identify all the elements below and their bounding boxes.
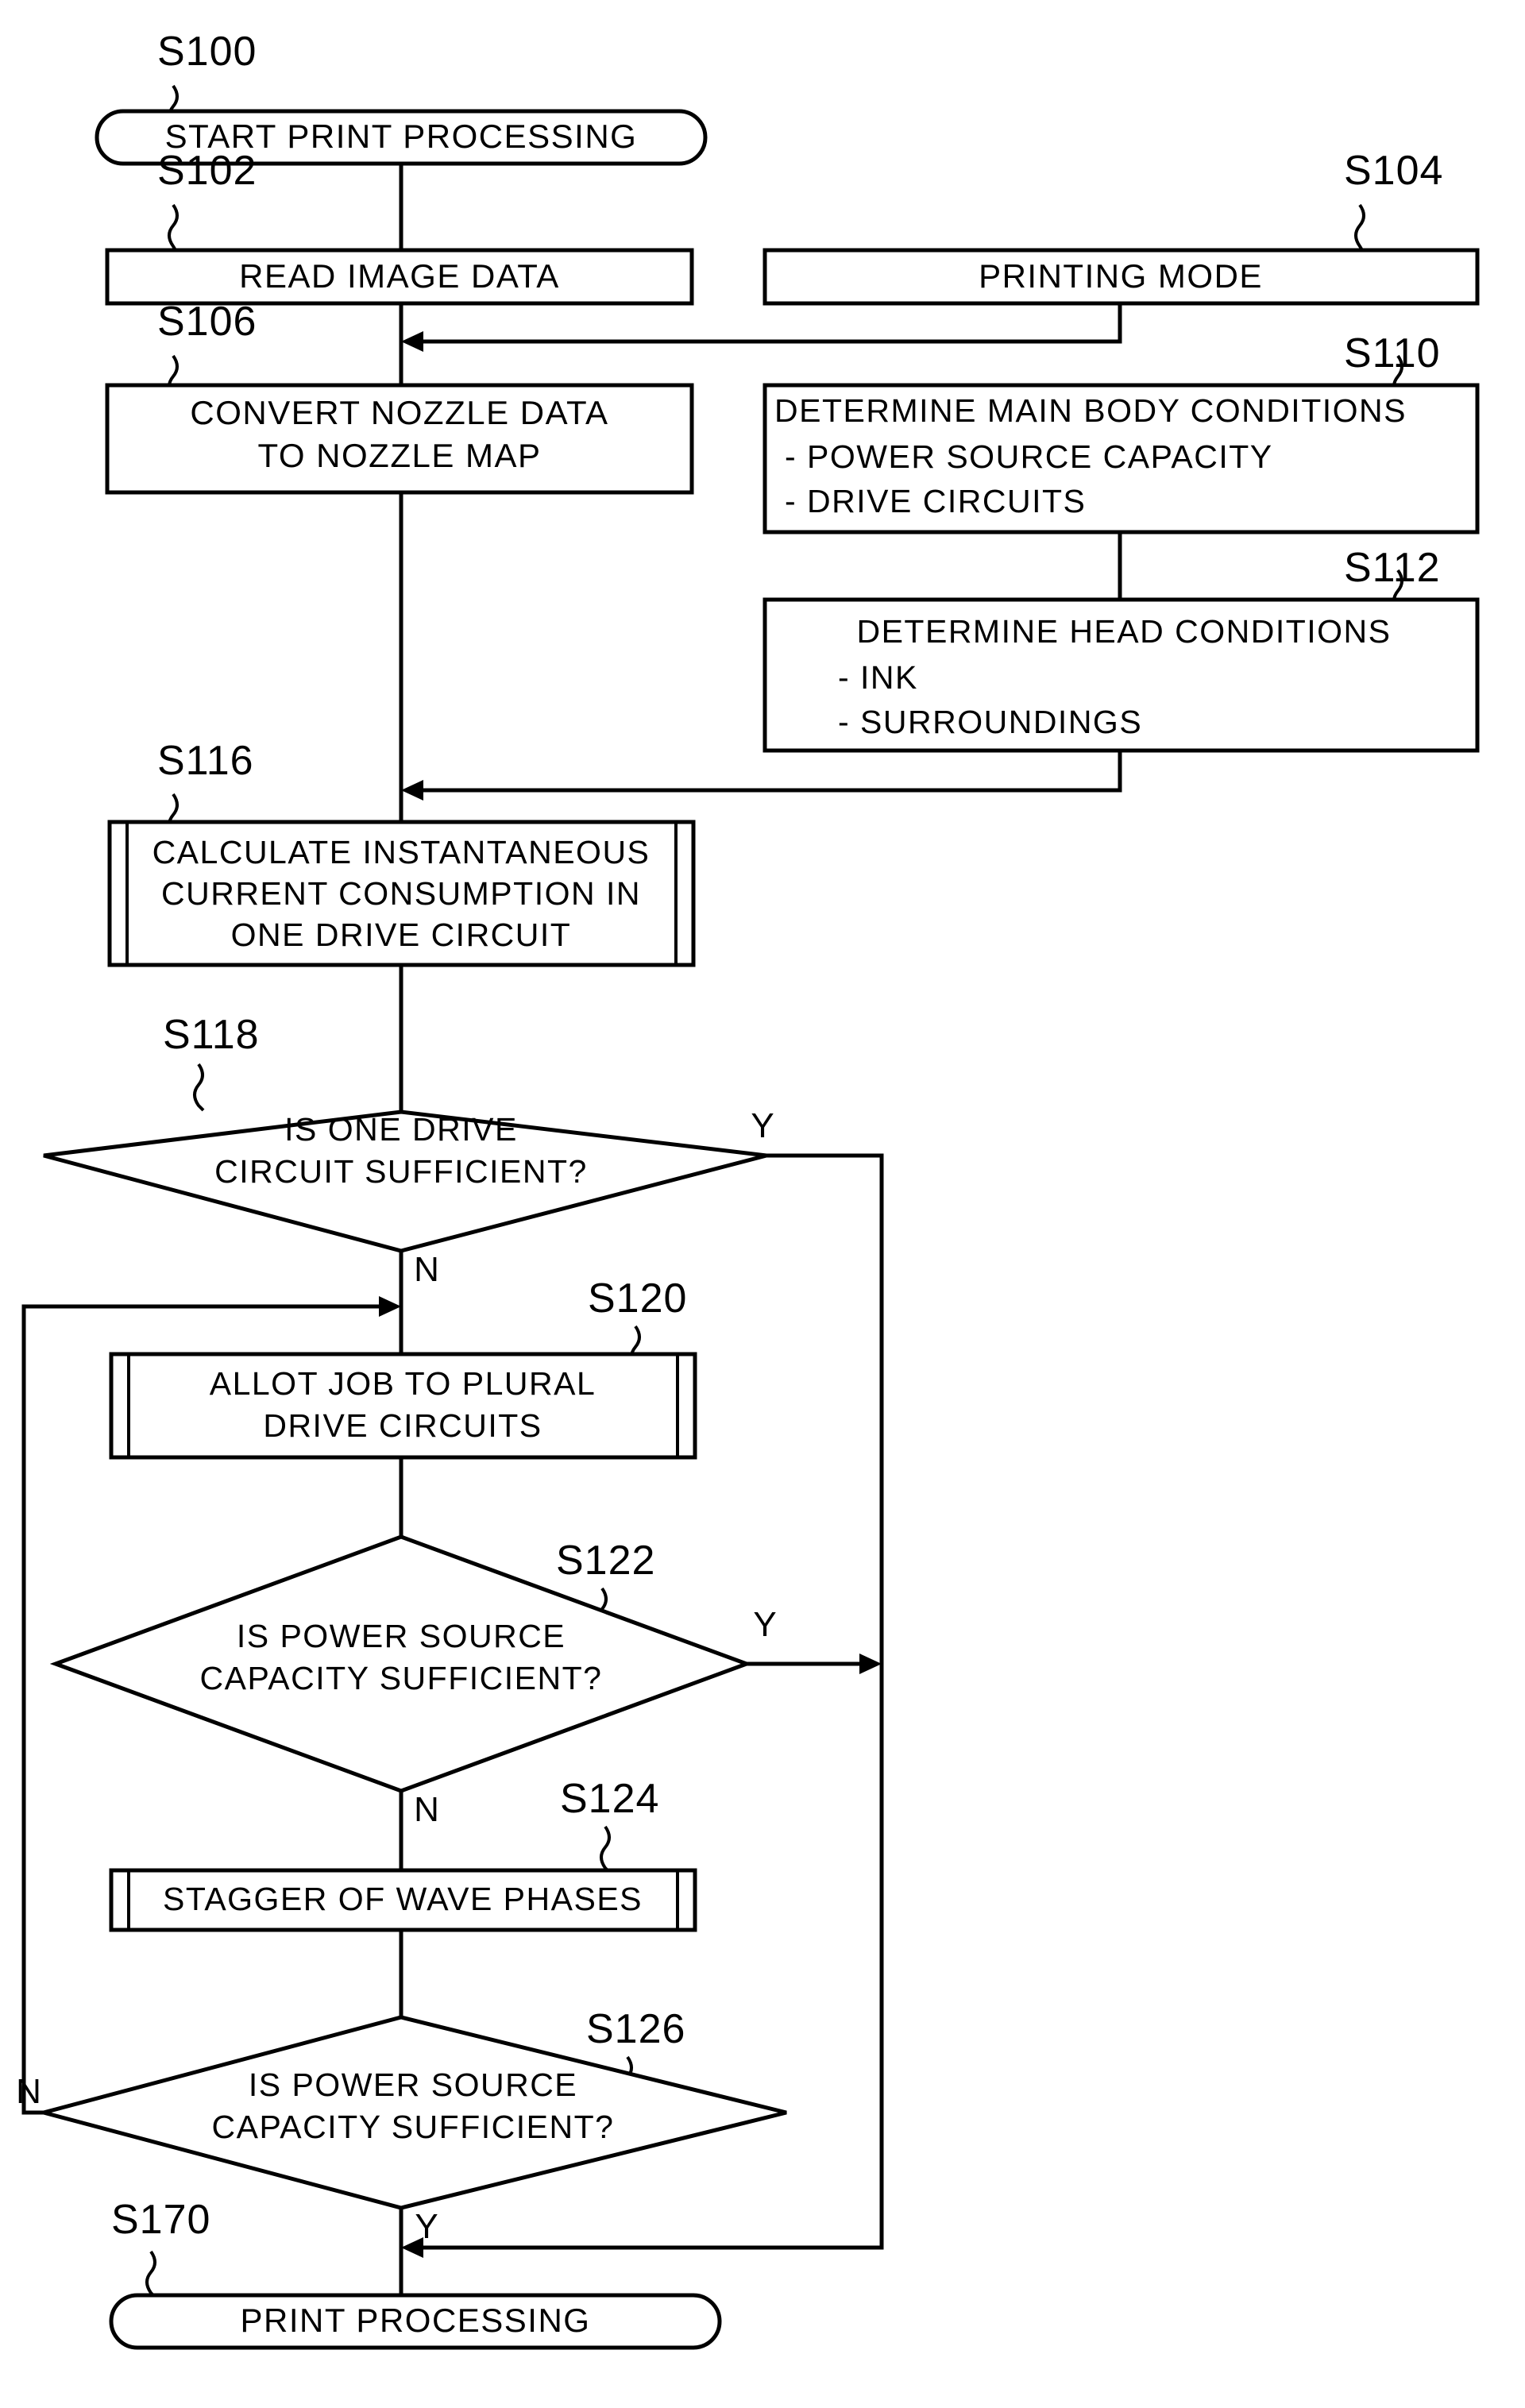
s112-label-line1: DETERMINE HEAD CONDITIONS — [856, 613, 1391, 650]
s126-yes-label: Y — [415, 2207, 438, 2246]
leader-s118 — [193, 1063, 205, 1112]
flowchart-canvas: START PRINT PROCESSING S100 READ IMAGE D… — [0, 0, 1525, 2408]
s126-no-label: N — [16, 2072, 41, 2111]
node-s116[interactable]: CALCULATE INSTANTANEOUS CURRENT CONSUMPT… — [107, 820, 696, 967]
s102-ref: S102 — [157, 148, 257, 194]
node-s106[interactable]: CONVERT NOZZLE DATA TO NOZZLE MAP — [105, 383, 694, 495]
s110-label-line2: - POWER SOURCE CAPACITY — [785, 438, 1273, 475]
s122-label-line2: CAPACITY SUFFICIENT? — [200, 1660, 603, 1696]
s118-no-label: N — [414, 1250, 439, 1289]
s104-label: PRINTING MODE — [979, 257, 1263, 295]
s120-label-line2: DRIVE CIRCUITS — [263, 1407, 542, 1444]
s106-ref: S106 — [157, 299, 257, 345]
s104-ref: S104 — [1344, 148, 1443, 194]
arrowhead-s104 — [401, 331, 423, 352]
edge-s112-spine — [417, 751, 1122, 793]
s110-ref: S110 — [1344, 330, 1441, 376]
node-s120[interactable]: ALLOT JOB TO PLURAL DRIVE CIRCUITS — [109, 1352, 697, 1460]
node-s170[interactable]: PRINT PROCESSING — [109, 2293, 722, 2350]
s122-label-line1: IS POWER SOURCE — [237, 1618, 566, 1654]
s100-ref: S100 — [157, 29, 257, 75]
leader-s170 — [145, 2250, 157, 2299]
s116-label-line3: ONE DRIVE CIRCUIT — [231, 917, 572, 953]
s106-label-line2: TO NOZZLE MAP — [257, 437, 541, 474]
node-s110[interactable]: DETERMINE MAIN BODY CONDITIONS - POWER S… — [762, 383, 1480, 534]
s170-label: PRINT PROCESSING — [241, 2302, 591, 2339]
s112-ref: S112 — [1344, 545, 1441, 591]
leader-s124 — [600, 1825, 612, 1874]
node-s112[interactable]: DETERMINE HEAD CONDITIONS - INK - SURROU… — [762, 597, 1480, 753]
node-s104[interactable]: PRINTING MODE — [762, 248, 1480, 306]
s112-label-line3: - SURROUNDINGS — [838, 704, 1142, 740]
s116-ref: S116 — [157, 738, 254, 784]
s112-label-line2: - INK — [838, 659, 918, 696]
s118-yes-label: Y — [751, 1106, 774, 1145]
s124-label: STAGGER OF WAVE PHASES — [163, 1881, 643, 1917]
s118-label-line1: IS ONE DRIVE — [284, 1111, 518, 1148]
node-s118[interactable]: IS ONE DRIVE CIRCUIT SUFFICIENT? — [43, 1109, 767, 1253]
edge-s104-spine — [417, 303, 1122, 344]
s118-label-line2: CIRCUIT SUFFICIENT? — [214, 1153, 588, 1190]
s122-yes-label: Y — [753, 1605, 776, 1644]
s110-label-line1: DETERMINE MAIN BODY CONDITIONS — [774, 392, 1407, 429]
leader-s102 — [168, 203, 180, 256]
node-s124[interactable]: STAGGER OF WAVE PHASES — [109, 1868, 697, 1932]
s106-label-line1: CONVERT NOZZLE DATA — [190, 394, 608, 431]
arrowhead-loop — [379, 1296, 401, 1317]
s126-label-line1: IS POWER SOURCE — [249, 2066, 577, 2103]
leader-s104 — [1354, 203, 1366, 256]
s102-label: READ IMAGE DATA — [239, 257, 560, 295]
s122-no-label: N — [414, 1790, 439, 1829]
s122-ref: S122 — [556, 1538, 655, 1584]
s126-label-line2: CAPACITY SUFFICIENT? — [212, 2109, 615, 2145]
flowchart-svg: START PRINT PROCESSING S100 READ IMAGE D… — [16, 29, 1480, 2350]
node-s102[interactable]: READ IMAGE DATA — [105, 248, 694, 306]
arrowhead-s122y — [859, 1654, 882, 1674]
s116-label-line2: CURRENT CONSUMPTION IN — [161, 875, 641, 912]
s120-label-line1: ALLOT JOB TO PLURAL — [210, 1365, 596, 1402]
s110-label-line3: - DRIVE CIRCUITS — [785, 483, 1086, 519]
s116-label-line1: CALCULATE INSTANTANEOUS — [152, 834, 651, 870]
s118-ref: S118 — [163, 1012, 260, 1058]
s170-ref: S170 — [111, 2197, 210, 2243]
arrowhead-s112 — [401, 780, 423, 801]
s126-ref: S126 — [586, 2006, 685, 2052]
s120-ref: S120 — [588, 1275, 687, 1322]
s124-ref: S124 — [560, 1776, 659, 1822]
